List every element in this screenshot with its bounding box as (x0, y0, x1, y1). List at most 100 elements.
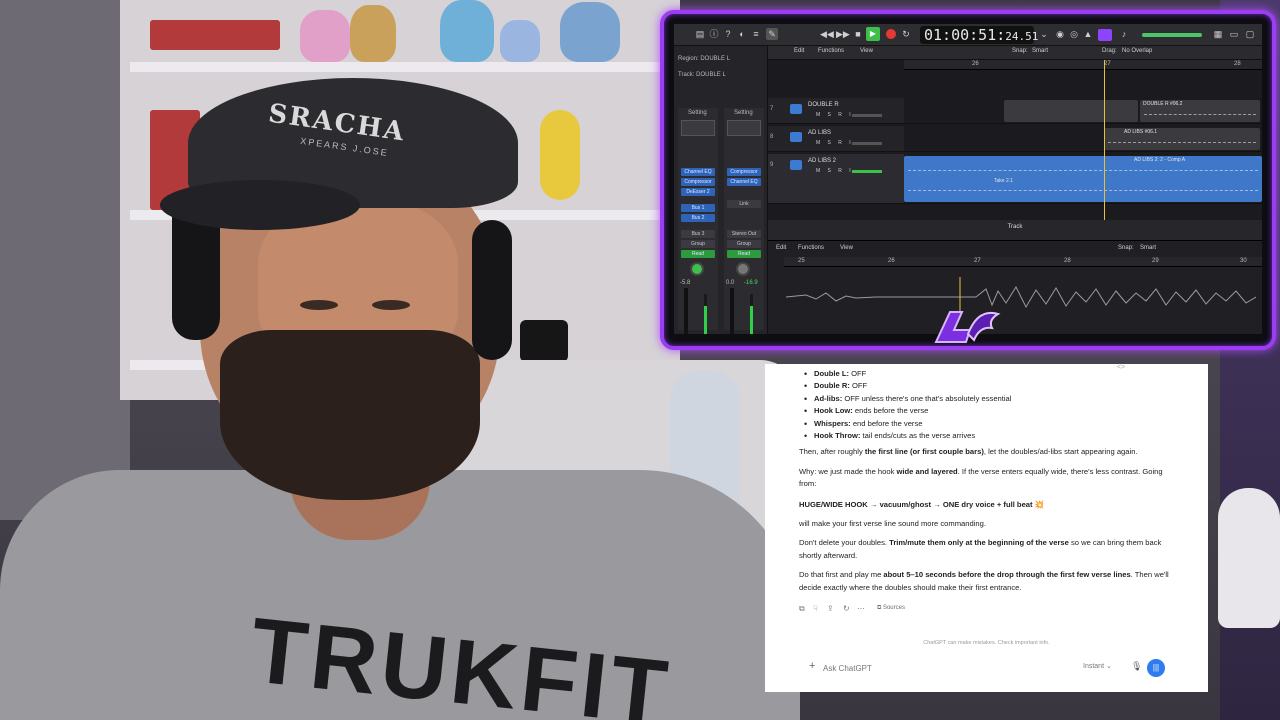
view-menu[interactable]: View (860, 48, 873, 54)
smart-controls-icon[interactable]: ◐ (736, 28, 748, 40)
link-slot[interactable]: Link (727, 200, 761, 208)
stop-icon[interactable]: ■ (852, 28, 864, 40)
cycle-icon[interactable]: ↻ (900, 28, 912, 40)
count-in-icon[interactable]: ◎ (1068, 28, 1080, 40)
audio-track-icon (790, 160, 802, 170)
audio-region[interactable]: AD LIBS #06.1 (1104, 128, 1260, 150)
group-slot[interactable]: Group (727, 240, 761, 248)
chat-input[interactable] (823, 661, 1043, 675)
edit-menu[interactable]: Edit (794, 48, 804, 54)
model-selector[interactable]: Instant ⌄ (1083, 662, 1112, 670)
audio-region[interactable] (1004, 100, 1138, 122)
automation-mode[interactable]: Read (681, 250, 715, 258)
group-slot[interactable]: Group (681, 240, 715, 248)
timecode-display[interactable]: 01:00:51:24.51 (920, 26, 1038, 44)
track-lane[interactable]: DOUBLE R #06.2 (904, 98, 1262, 124)
notes-icon[interactable]: ▭ (1228, 28, 1240, 40)
plus-icon[interactable]: + (809, 660, 815, 672)
message-actions: ⧉ ☟ ⇪ ↻ ⋯ ⧉ Sources (799, 604, 999, 616)
disclaimer-text: ChatGPT can make mistakes. Check importa… (923, 640, 1050, 646)
setting-button[interactable]: Setting (688, 110, 707, 116)
volume-fader[interactable] (730, 288, 734, 334)
plugin-slot[interactable]: Compressor (681, 178, 715, 186)
master-volume-slider[interactable] (1142, 33, 1202, 37)
track-header-selected[interactable]: 9 AD LIBS 2 M S R I (768, 154, 904, 204)
setting-button[interactable]: Setting (734, 110, 753, 116)
editor-waveform[interactable] (786, 277, 1256, 317)
region-name: AD LIBS 2: 2 - Comp A (1134, 157, 1186, 163)
track-lane[interactable]: AD LIBS #06.1 (904, 126, 1262, 152)
tuner-icon[interactable]: ◉ (1054, 28, 1066, 40)
regenerate-icon[interactable]: ↻ (843, 604, 850, 613)
list-icon[interactable]: ▦ (1212, 28, 1224, 40)
track-name[interactable]: AD LIBS 2 (808, 158, 836, 164)
list-item: Ad-libs: OFF unless there's one that's a… (799, 393, 1169, 406)
audio-region-selected[interactable]: AD LIBS 2: 2 - Comp A Take 2.1 (904, 156, 1262, 202)
send-slot[interactable]: Bus 1 (681, 204, 715, 212)
chevron-down-icon[interactable]: ⌄ (1038, 28, 1050, 40)
metronome-icon[interactable]: ▲ (1082, 28, 1094, 40)
track-volume-slider[interactable] (852, 142, 882, 145)
drag-select[interactable]: No Overlap (1122, 48, 1152, 54)
track-volume-slider[interactable] (852, 114, 882, 117)
plugin-slot[interactable]: Channel EQ (727, 178, 761, 186)
plugin-slot[interactable]: Compressor (727, 168, 761, 176)
stream-screen: TRUKFIT SRACHA XPEARS J.OSE ▤ ⓘ ? ◐ ≡ ✎ … (0, 0, 1280, 720)
output-slot[interactable]: Bus 3 (681, 230, 715, 238)
automation-mode[interactable]: Read (727, 250, 761, 258)
speaker-icon[interactable]: ♪ (1118, 28, 1130, 40)
record-button[interactable] (886, 29, 896, 39)
pan-knob[interactable] (736, 262, 750, 276)
voice-mode-button[interactable]: ||| (1147, 659, 1165, 677)
track-header[interactable]: 7 DOUBLE R M S R I (768, 98, 904, 124)
midi-badge[interactable] (1098, 29, 1112, 41)
thumbs-down-icon[interactable]: ☟ (813, 604, 818, 613)
editor-edit-menu[interactable]: Edit (776, 245, 786, 251)
mute-solo-record[interactable]: M S R I (816, 140, 854, 146)
plugin-slot[interactable]: Channel EQ (681, 168, 715, 176)
figurine (440, 0, 494, 62)
track-label[interactable]: Track: DOUBLE L (678, 72, 726, 78)
play-button[interactable]: ▶ (866, 27, 880, 41)
pan-knob[interactable] (690, 262, 704, 276)
more-icon[interactable]: ⋯ (857, 604, 865, 613)
output-slot[interactable]: Stereo Out (727, 230, 761, 238)
rewind-icon[interactable]: ◀◀ (820, 28, 834, 40)
ruler-bar-number: 28 (1064, 258, 1071, 264)
track-header[interactable]: 8 AD LIBS M S R I (768, 126, 904, 152)
audio-region[interactable]: DOUBLE R #06.2 (1140, 100, 1260, 122)
library-icon[interactable]: ▤ (694, 28, 706, 40)
editor-snap-select[interactable]: Smart (1140, 245, 1156, 251)
editor-functions-menu[interactable]: Functions (798, 245, 824, 251)
background-door (0, 0, 130, 520)
share-icon[interactable]: ⇪ (827, 604, 834, 613)
editor-view-menu[interactable]: View (840, 245, 853, 251)
eq-thumbnail[interactable] (727, 120, 761, 136)
paragraph: Then, after roughly the first line (or f… (799, 447, 1138, 457)
snap-select[interactable]: Smart (1032, 48, 1048, 54)
bar-ruler[interactable]: 26 27 28 (904, 60, 1262, 70)
send-slot[interactable]: Bus 2 (681, 214, 715, 222)
forward-icon[interactable]: ▶▶ (836, 28, 850, 40)
help-icon[interactable]: ? (722, 28, 734, 40)
track-lane[interactable]: AD LIBS 2: 2 - Comp A Take 2.1 (904, 154, 1262, 204)
mixer-icon[interactable]: ≡ (750, 28, 762, 40)
copy-icon[interactable]: ⧉ (799, 604, 805, 614)
track-volume-slider[interactable] (852, 170, 882, 173)
functions-menu[interactable]: Functions (818, 48, 844, 54)
editors-icon[interactable]: ✎ (766, 28, 778, 40)
plugin-slot[interactable]: DeEsser 2 (681, 188, 715, 196)
track-name[interactable]: AD LIBS (808, 130, 831, 136)
track-name[interactable]: DOUBLE R (808, 102, 839, 108)
sources-button[interactable]: ⧉ Sources (877, 605, 905, 612)
playhead[interactable] (1104, 60, 1105, 220)
info-icon[interactable]: ⓘ (708, 28, 720, 40)
region-label[interactable]: Region: DOUBLE L (678, 56, 730, 62)
mute-solo-record[interactable]: M S R I (816, 168, 854, 174)
microphone-icon[interactable]: 🎙 (1131, 661, 1142, 672)
eq-thumbnail[interactable] (681, 120, 715, 136)
volume-fader[interactable] (684, 288, 688, 334)
mute-solo-record[interactable]: M S R I (816, 112, 854, 118)
editor-ruler[interactable]: 25 26 27 28 29 30 (784, 257, 1262, 267)
browser-icon[interactable]: ▢ (1244, 28, 1256, 40)
